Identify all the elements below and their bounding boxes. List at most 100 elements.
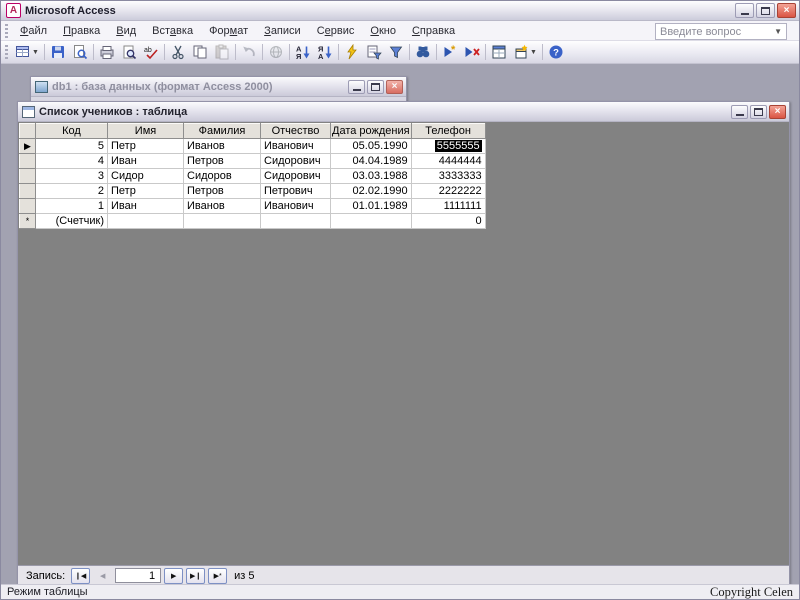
print-button[interactable] <box>96 42 118 62</box>
cell[interactable]: Иванов <box>184 199 261 214</box>
cell[interactable]: (Счетчик) <box>36 214 108 229</box>
save-button[interactable] <box>47 42 69 62</box>
minimize-button[interactable] <box>735 3 754 18</box>
print-preview-button[interactable] <box>118 42 140 62</box>
column-header-телефон[interactable]: Телефон <box>411 124 485 139</box>
cell[interactable]: 1111111 <box>411 199 485 214</box>
cell[interactable]: Сидоров <box>184 169 261 184</box>
copy-button[interactable] <box>189 42 211 62</box>
column-header-имя[interactable]: Имя <box>108 124 184 139</box>
filter-by-form-button[interactable] <box>363 42 385 62</box>
menu-вид[interactable]: Вид <box>108 22 144 40</box>
cell[interactable]: 03.03.1988 <box>331 169 412 184</box>
column-header-фамилия[interactable]: Фамилия <box>184 124 261 139</box>
menu-формат[interactable]: Формат <box>201 22 256 40</box>
table-window-titlebar[interactable]: Список учеников : таблица × <box>18 102 789 122</box>
cell[interactable]: 04.04.1989 <box>331 154 412 169</box>
toolbar-drag-handle[interactable] <box>5 45 8 59</box>
database-window-titlebar[interactable]: db1 : база данных (формат Access 2000) × <box>31 77 406 97</box>
cell[interactable] <box>261 214 331 229</box>
menubar-drag-handle[interactable] <box>5 24 8 38</box>
menu-справка[interactable]: Справка <box>404 22 463 40</box>
cell[interactable]: Петров <box>184 154 261 169</box>
next-record-button[interactable]: ▶ <box>164 568 183 584</box>
cell[interactable]: 5 <box>36 139 108 154</box>
column-header-дата-рождения[interactable]: Дата рождения <box>331 124 412 139</box>
first-record-button[interactable]: ❙◀ <box>71 568 90 584</box>
cell[interactable]: Сидорович <box>261 169 331 184</box>
filter-by-form-icon <box>366 44 382 60</box>
cell[interactable]: 5555555 <box>411 139 485 154</box>
selector-corner[interactable] <box>20 124 36 139</box>
cell[interactable]: 2 <box>36 184 108 199</box>
db-close-button[interactable]: × <box>386 80 403 94</box>
app-titlebar[interactable]: A Microsoft Access × <box>1 1 799 21</box>
cell[interactable]: Иванович <box>261 199 331 214</box>
cell[interactable]: 1 <box>36 199 108 214</box>
cell[interactable]: Петр <box>108 139 184 154</box>
table-maximize-button[interactable] <box>750 105 767 119</box>
cell[interactable]: 3 <box>36 169 108 184</box>
filter-by-selection-button[interactable] <box>341 42 363 62</box>
cell[interactable]: Сидор <box>108 169 184 184</box>
cell[interactable]: Иванов <box>184 139 261 154</box>
cell[interactable]: 01.01.1989 <box>331 199 412 214</box>
database-window-button[interactable] <box>488 42 510 62</box>
cell[interactable]: Иванович <box>261 139 331 154</box>
last-record-button[interactable]: ▶❙ <box>186 568 205 584</box>
column-header-код[interactable]: Код <box>36 124 108 139</box>
cell[interactable]: Сидорович <box>261 154 331 169</box>
cell[interactable]: Петрович <box>261 184 331 199</box>
help-button[interactable]: ? <box>545 42 567 62</box>
cell[interactable]: 02.02.1990 <box>331 184 412 199</box>
menu-записи[interactable]: Записи <box>256 22 309 40</box>
menu-файл[interactable]: Файл <box>12 22 55 40</box>
cell[interactable] <box>331 214 412 229</box>
cell[interactable]: 0 <box>411 214 485 229</box>
cell[interactable]: 3333333 <box>411 169 485 184</box>
table-minimize-button[interactable] <box>731 105 748 119</box>
menu-сервис[interactable]: Сервис <box>309 22 363 40</box>
delete-record-button[interactable] <box>461 42 483 62</box>
current-record-selector[interactable]: ▶ <box>20 139 36 154</box>
cell[interactable]: 4 <box>36 154 108 169</box>
cell[interactable]: 2222222 <box>411 184 485 199</box>
menu-окно[interactable]: Окно <box>362 22 404 40</box>
previous-record-button[interactable]: ◀ <box>93 568 112 584</box>
current-record-input[interactable]: 1 <box>115 568 161 583</box>
cell[interactable] <box>108 214 184 229</box>
new-record-button[interactable]: * <box>439 42 461 62</box>
find-button[interactable] <box>412 42 434 62</box>
restore-button[interactable] <box>756 3 775 18</box>
sort-asc-button[interactable]: АЯ <box>292 42 314 62</box>
record-selector[interactable] <box>20 199 36 214</box>
new-object-button[interactable]: ▼ <box>510 42 540 62</box>
view-button[interactable]: ▼ <box>12 42 42 62</box>
ask-question-input[interactable]: Введите вопрос ▼ <box>655 23 787 40</box>
apply-filter-button[interactable] <box>385 42 407 62</box>
cell[interactable] <box>184 214 261 229</box>
record-selector[interactable] <box>20 184 36 199</box>
cut-button[interactable] <box>167 42 189 62</box>
record-selector[interactable]: * <box>20 214 36 229</box>
record-selector[interactable] <box>20 154 36 169</box>
cell[interactable]: 4444444 <box>411 154 485 169</box>
table-window[interactable]: Список учеников : таблица × КодИмяФамили… <box>17 101 790 584</box>
cell[interactable]: Петров <box>184 184 261 199</box>
new-record-nav-button[interactable]: ▶* <box>208 568 227 584</box>
cell[interactable]: Иван <box>108 199 184 214</box>
file-search-button[interactable] <box>69 42 91 62</box>
cell[interactable]: Петр <box>108 184 184 199</box>
db-minimize-button[interactable] <box>348 80 365 94</box>
cell[interactable]: Иван <box>108 154 184 169</box>
record-selector[interactable] <box>20 169 36 184</box>
cell[interactable]: 05.05.1990 <box>331 139 412 154</box>
sort-desc-button[interactable]: ЯА <box>314 42 336 62</box>
spelling-button[interactable]: ab <box>140 42 162 62</box>
db-maximize-button[interactable] <box>367 80 384 94</box>
table-close-button[interactable]: × <box>769 105 786 119</box>
column-header-отчество[interactable]: Отчество <box>261 124 331 139</box>
menu-вставка[interactable]: Вставка <box>144 22 201 40</box>
close-button[interactable]: × <box>777 3 796 18</box>
menu-правка[interactable]: Правка <box>55 22 108 40</box>
